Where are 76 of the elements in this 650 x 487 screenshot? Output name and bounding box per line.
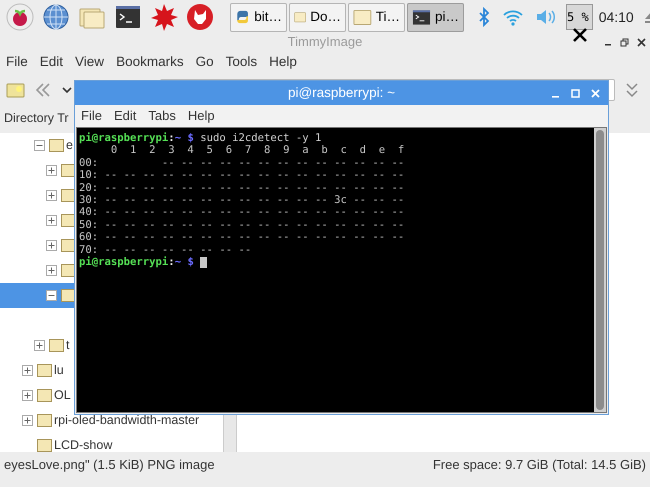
free-space-text: Free space: 9.7 GiB (Total: 14.5 GiB) — [432, 456, 646, 474]
command-text: sudo i2cdetect -y 1 — [200, 132, 322, 144]
expand-icon[interactable] — [46, 240, 57, 251]
expand-icon[interactable] — [46, 265, 57, 276]
expand-icon[interactable] — [46, 190, 57, 201]
tree-item[interactable]: rpi-oled-bandwidth-master — [0, 408, 200, 433]
menu-item[interactable]: Help — [269, 52, 297, 73]
folder-icon — [37, 439, 52, 452]
output-line: 30: -- -- -- -- -- -- -- -- -- -- -- -- 3c -- -- -- — [79, 194, 404, 206]
pane-title: Directory Tr — [4, 110, 69, 128]
menu-item[interactable]: Edit — [114, 106, 136, 126]
folder-icon — [49, 339, 64, 352]
expand-icon[interactable] — [22, 415, 33, 426]
window-title: TimmyImage — [288, 33, 362, 52]
menu-item[interactable]: Bookmarks — [116, 52, 184, 73]
maximize-icon[interactable] — [571, 88, 580, 98]
output-line: 0 1 2 3 4 5 6 7 8 9 a b c d e f — [110, 144, 404, 157]
folder-icon — [61, 164, 76, 177]
menu-item[interactable]: Tools — [226, 52, 258, 73]
collapse-icon[interactable] — [46, 290, 57, 301]
folder-icon — [61, 289, 76, 302]
x-mark-icon — [573, 28, 587, 42]
taskbar-button[interactable]: pi… — [407, 2, 464, 32]
output-line: 50: -- -- -- -- -- -- -- -- -- -- -- -- -- -- -- -- — [79, 218, 404, 232]
restore-icon[interactable] — [620, 38, 629, 46]
tree-item[interactable] — [0, 283, 77, 308]
folder-icon — [37, 364, 52, 377]
expand-icon[interactable] — [46, 165, 57, 176]
expand-icon[interactable] — [46, 215, 57, 226]
folder-icon — [37, 414, 52, 427]
output-line: 20: -- -- -- -- -- -- -- -- -- -- -- -- -- -- -- -- — [79, 182, 404, 194]
folder-icon — [61, 239, 76, 252]
menu-item[interactable]: File — [81, 106, 102, 126]
taskbar-button[interactable]: Do… — [289, 2, 346, 32]
starburst-icon[interactable] — [150, 3, 178, 31]
output-line: 40: -- -- -- -- -- -- -- -- -- -- -- -- -- -- -- -- — [79, 206, 404, 219]
expand-icon[interactable] — [22, 365, 33, 376]
cpu-monitor: 5 % — [566, 4, 593, 30]
scrollbar[interactable] — [594, 128, 606, 412]
folder-icon — [61, 264, 76, 277]
output-line: 00: -- -- -- -- -- -- -- -- -- -- -- -- -- — [79, 156, 404, 170]
taskbar-button[interactable]: Ti… — [348, 2, 405, 32]
output-line: 70: -- -- -- -- -- -- -- -- — [79, 244, 252, 256]
status-text: eyesLove.png" (1.5 KiB) PNG image — [4, 456, 215, 474]
prompt-text: pi@raspberrypi:~ $ — [79, 256, 194, 268]
folder-icon — [61, 189, 76, 202]
menu-item[interactable]: File — [6, 52, 28, 73]
folder-icon — [49, 139, 64, 152]
menu-item[interactable]: Help — [188, 106, 215, 126]
tree-item[interactable]: t — [0, 333, 70, 358]
collapse-icon[interactable] — [34, 140, 45, 151]
menu-item[interactable]: View — [75, 52, 104, 73]
output-line: 60: -- -- -- -- -- -- -- -- -- -- -- -- -- -- -- -- — [79, 231, 404, 244]
expand-icon[interactable] — [34, 340, 45, 351]
bluetooth-icon[interactable] — [478, 7, 490, 27]
clock: 04:10 — [598, 8, 634, 26]
terminal-icon[interactable] — [114, 3, 142, 31]
tree-item[interactable]: OL — [0, 383, 72, 408]
close-icon[interactable] — [637, 38, 646, 46]
chevron-down-icon[interactable] — [62, 84, 72, 94]
folder-icon — [353, 7, 372, 27]
menu-item[interactable]: Tabs — [148, 106, 176, 126]
folder-icon — [61, 214, 76, 227]
tree-item[interactable]: lu — [0, 358, 65, 383]
folder-icon — [37, 389, 52, 402]
menu-item[interactable]: Edit — [40, 52, 64, 73]
expand-icon[interactable] — [22, 390, 33, 401]
window-title: pi@raspberrypi: ~ — [288, 84, 396, 102]
prompt-text: pi@raspberrypi:~ $ — [79, 132, 194, 144]
output-line: 10: -- -- -- -- -- -- -- -- -- -- -- -- -- -- -- -- — [79, 169, 404, 182]
menu-item[interactable]: Go — [196, 52, 214, 73]
raspberry-icon[interactable] — [6, 3, 34, 31]
tree-item[interactable]: e — [0, 133, 74, 158]
globe-icon[interactable] — [42, 3, 70, 31]
tree-item[interactable]: LCD-show — [0, 433, 114, 452]
taskbar-button[interactable]: bit… — [230, 2, 287, 32]
